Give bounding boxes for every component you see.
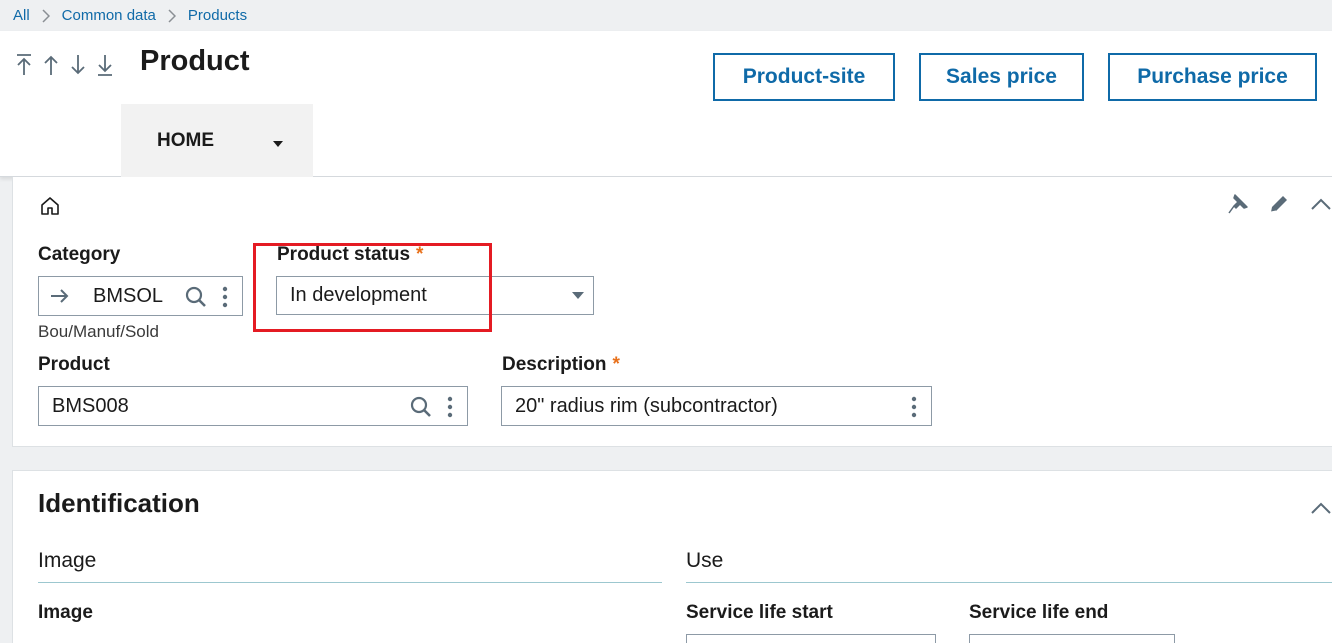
image-label: Image: [38, 602, 93, 623]
edit-pencil-icon[interactable]: [1266, 191, 1292, 217]
record-navigation: [14, 51, 115, 79]
chevron-right-icon: [42, 8, 50, 23]
description-label-text: Description: [502, 354, 607, 375]
required-indicator: *: [612, 354, 620, 375]
identification-title: Identification: [38, 488, 200, 518]
category-description: Bou/Manuf/Sold: [38, 322, 159, 341]
arrow-right-icon[interactable]: [50, 287, 70, 311]
collapse-chevron-up-icon[interactable]: [1308, 191, 1332, 217]
sales-price-button[interactable]: Sales price: [919, 53, 1084, 101]
more-options-icon[interactable]: [911, 395, 917, 425]
tab-home-label: HOME: [157, 129, 214, 151]
more-options-icon[interactable]: [222, 285, 228, 315]
service-life-start-field[interactable]: [686, 634, 936, 643]
chevron-right-icon: [168, 8, 176, 23]
dropdown-arrow-icon[interactable]: [572, 292, 584, 299]
page-title: Product: [140, 45, 250, 77]
breadcrumb-products[interactable]: Products: [188, 7, 247, 24]
previous-record-icon[interactable]: [41, 51, 61, 79]
tab-home[interactable]: HOME: [121, 104, 313, 177]
service-life-end-field[interactable]: [969, 634, 1175, 643]
pin-icon[interactable]: [1225, 191, 1251, 217]
search-icon[interactable]: [185, 286, 207, 314]
product-label: Product: [38, 354, 110, 375]
description-field[interactable]: 20" radius rim (subcontractor): [501, 386, 932, 426]
category-value: BMSOL: [93, 285, 164, 307]
identification-card: Identification Image Use Image Service l…: [12, 470, 1332, 643]
service-life-start-label: Service life start: [686, 602, 833, 623]
product-field[interactable]: BMS008: [38, 386, 468, 426]
image-section-divider: [38, 582, 662, 583]
product-main-card: Category BMSOL Bou/Manuf/Sold Product st…: [12, 177, 1332, 447]
breadcrumb-all[interactable]: All: [13, 7, 30, 24]
product-site-button[interactable]: Product-site: [713, 53, 895, 101]
use-section-heading: Use: [686, 549, 724, 572]
service-life-end-label: Service life end: [969, 602, 1109, 623]
home-icon[interactable]: [37, 193, 63, 219]
breadcrumb-common-data[interactable]: Common data: [62, 7, 156, 24]
collapse-chevron-up-icon[interactable]: [1308, 495, 1332, 521]
breadcrumb: All Common data Products: [0, 0, 1332, 31]
next-record-icon[interactable]: [68, 51, 88, 79]
category-field[interactable]: BMSOL: [38, 276, 243, 316]
product-status-highlight: [253, 243, 492, 332]
first-record-icon[interactable]: [14, 51, 34, 79]
image-section-heading: Image: [38, 549, 97, 572]
caret-down-icon[interactable]: [273, 141, 283, 147]
description-value: 20" radius rim (subcontractor): [515, 395, 778, 417]
purchase-price-button[interactable]: Purchase price: [1108, 53, 1317, 101]
category-label: Category: [38, 244, 121, 265]
search-icon[interactable]: [410, 396, 432, 424]
last-record-icon[interactable]: [95, 51, 115, 79]
more-options-icon[interactable]: [447, 395, 453, 425]
product-value: BMS008: [52, 395, 129, 417]
use-section-divider: [686, 582, 1332, 583]
description-label: Description *: [502, 354, 620, 376]
page-header: Product Product-site Sales price Purchas…: [0, 31, 1332, 177]
